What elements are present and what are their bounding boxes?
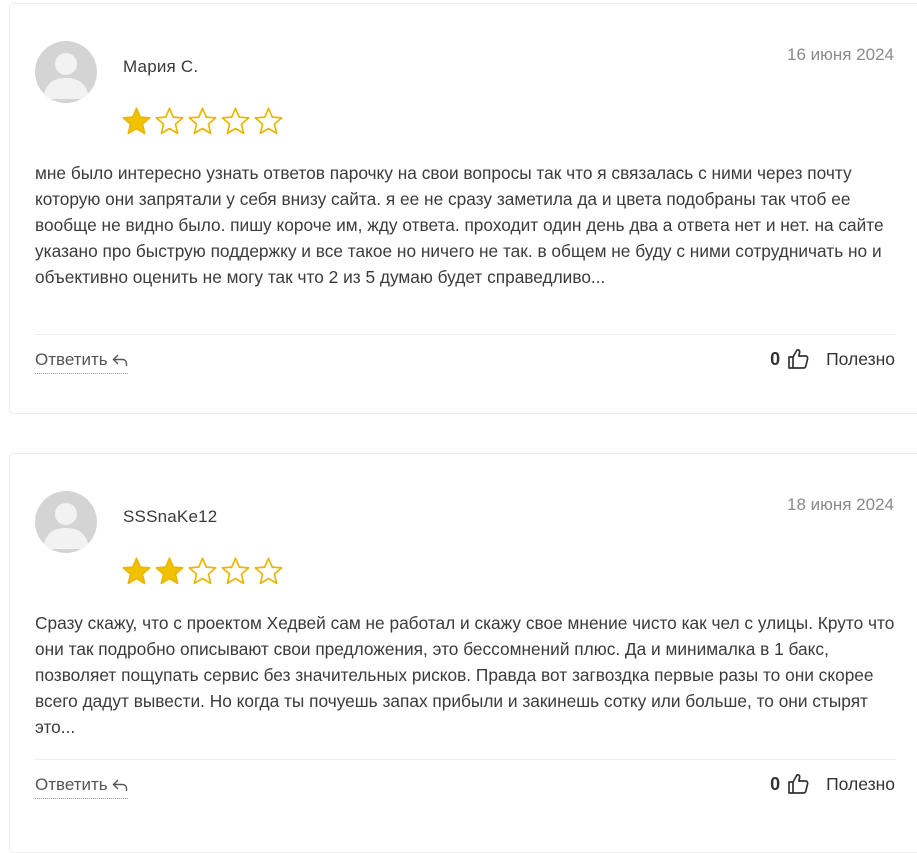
reply-arrow-icon (112, 354, 127, 366)
thumbs-up-icon[interactable] (786, 772, 810, 796)
review-card: SSSnaKe12 18 июня 2024 Сразу скажу, что … (9, 453, 917, 853)
review-date: 18 июня 2024 (786, 495, 894, 514)
star-filled-icon (155, 557, 184, 585)
divider (35, 334, 896, 335)
helpful-button[interactable]: Полезно (826, 774, 895, 795)
reply-label: Ответить (35, 775, 108, 794)
review-author: Мария С. (123, 57, 199, 76)
star-empty-icon (254, 107, 283, 135)
review-author: SSSnaKe12 (123, 507, 218, 526)
review-card: Мария С. 16 июня 2024 мне было интересно… (9, 3, 917, 414)
star-empty-icon (221, 107, 250, 135)
star-rating (121, 556, 284, 587)
avatar (35, 491, 97, 553)
user-silhouette-icon (43, 503, 89, 549)
avatar (35, 41, 97, 103)
star-empty-icon (155, 107, 184, 135)
star-filled-icon (122, 557, 151, 585)
star-empty-icon (221, 557, 250, 585)
reply-button[interactable]: Ответить (35, 775, 128, 799)
user-silhouette-icon (43, 53, 89, 99)
helpful-controls: 0 Полезно (770, 347, 895, 371)
reply-button[interactable]: Ответить (35, 350, 128, 374)
helpful-controls: 0 Полезно (770, 772, 895, 796)
review-text: мне было интересно узнать ответов парочк… (35, 163, 884, 287)
star-empty-icon (188, 557, 217, 585)
review-date: 16 июня 2024 (786, 45, 894, 64)
thumbs-up-icon[interactable] (786, 347, 810, 371)
divider (35, 759, 896, 760)
like-count: 0 (770, 773, 781, 794)
like-count: 0 (770, 348, 781, 369)
star-empty-icon (254, 557, 283, 585)
review-text: Сразу скажу, что с проектом Хедвей сам н… (35, 613, 895, 737)
star-empty-icon (188, 107, 217, 135)
star-rating (121, 106, 284, 137)
star-filled-icon (122, 107, 151, 135)
helpful-button[interactable]: Полезно (826, 349, 895, 370)
reply-label: Ответить (35, 350, 108, 369)
reply-arrow-icon (112, 779, 127, 791)
